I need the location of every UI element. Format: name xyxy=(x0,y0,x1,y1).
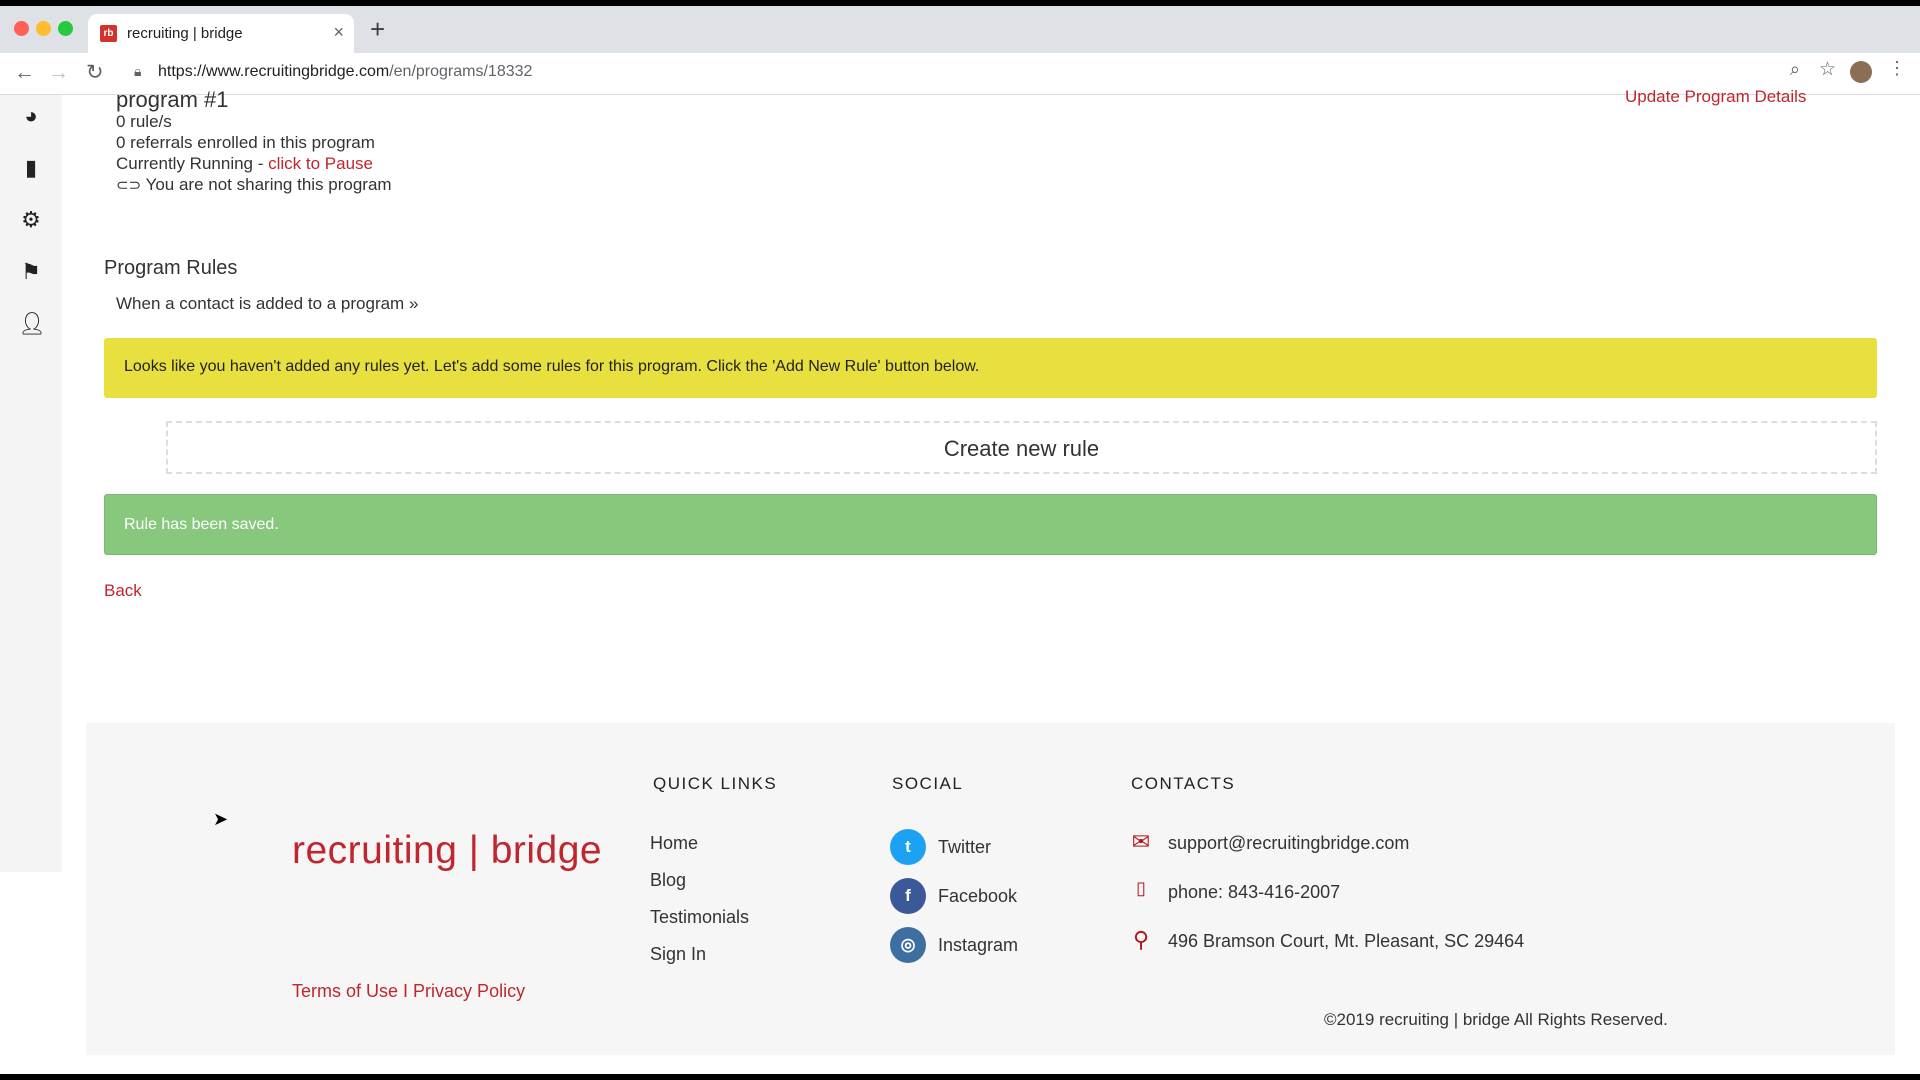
url-path: /en/programs/18332 xyxy=(389,63,533,80)
phone-text: phone: 843-416-2007 xyxy=(1168,882,1341,902)
building-icon[interactable]: ▮ xyxy=(18,155,44,181)
tab-title: recruiting | bridge xyxy=(127,25,243,42)
address-bar[interactable]: 🔒︎ https://www.recruitingbridge.com/en/p… xyxy=(124,58,1824,89)
rule-trigger-link[interactable]: When a contact is added to a program » xyxy=(116,294,418,314)
no-rules-text: Looks like you haven't added any rules y… xyxy=(124,358,980,375)
social-heading: SOCIAL xyxy=(892,774,964,793)
footer-link-testimonials[interactable]: Testimonials xyxy=(650,907,749,928)
browser-tab[interactable]: rb recruiting | bridge × xyxy=(88,14,354,53)
tab-strip: rb recruiting | bridge × + xyxy=(0,6,1920,53)
forward-arrow-icon[interactable]: → xyxy=(48,60,69,86)
program-title: program #1 xyxy=(116,87,229,112)
update-program-link[interactable]: Update Program Details xyxy=(1625,87,1806,107)
back-arrow-icon[interactable]: ← xyxy=(14,60,35,86)
rule-saved-alert: Rule has been saved. xyxy=(104,494,1877,555)
map-pin-icon: ⚲ xyxy=(1132,927,1150,952)
footer-brand-logo[interactable]: recruiting | bridge xyxy=(292,829,602,873)
terms-link[interactable]: Terms of Use xyxy=(292,981,398,1001)
footer-link-home[interactable]: Home xyxy=(650,833,698,854)
envelope-icon: ✉ xyxy=(1131,829,1151,854)
bookmark-star-icon[interactable]: ☆ xyxy=(1819,58,1836,81)
copyright-text: ©2019 recruiting | bridge All Rights Res… xyxy=(1324,1010,1668,1029)
lock-icon: 🔒︎ xyxy=(134,63,142,79)
phone-icon: ▯ xyxy=(1136,878,1146,898)
toggle-icon[interactable]: ⊂⊃ xyxy=(116,177,141,194)
twitter-label: Twitter xyxy=(938,837,992,857)
facebook-icon: f xyxy=(890,878,926,914)
sharing-text: You are not sharing this program xyxy=(145,175,392,194)
pause-link[interactable]: click to Pause xyxy=(268,154,373,173)
maximize-window-button[interactable] xyxy=(58,21,73,36)
sidebar: ◕ ▮ ⚙ ⚑ 👤︎ xyxy=(0,95,62,872)
legal-links: Terms of Use I Privacy Policy xyxy=(292,981,525,1002)
privacy-link[interactable]: Privacy Policy xyxy=(413,981,525,1001)
address-text: 496 Bramson Court, Mt. Pleasant, SC 2946… xyxy=(1168,931,1525,951)
page: ◕ ▮ ⚙ ⚑ 👤︎ program #1 Update Program Det… xyxy=(0,87,1920,1074)
user-icon[interactable]: 👤︎ xyxy=(18,311,46,337)
footer-link-sign-in[interactable]: Sign In xyxy=(650,944,706,965)
legal-separator: I xyxy=(398,981,414,1001)
new-tab-button[interactable]: + xyxy=(370,14,385,44)
url-host: https://www.recruitingbridge.com xyxy=(158,63,390,80)
tab-close-icon[interactable]: × xyxy=(333,22,344,43)
referrals-count: 0 referrals enrolled in this program xyxy=(116,133,375,152)
profile-avatar[interactable] xyxy=(1850,61,1872,83)
email-text: support@recruitingbridge.com xyxy=(1168,833,1410,853)
instagram-label: Instagram xyxy=(938,935,1019,955)
create-rule-label: Create new rule xyxy=(943,436,1100,461)
status-text: Currently Running - xyxy=(116,154,269,173)
twitter-icon: t xyxy=(890,829,926,865)
footer: recruiting | bridge Terms of Use I Priva… xyxy=(86,723,1895,1055)
zoom-icon[interactable]: ⌕ xyxy=(1790,59,1800,80)
pie-chart-icon[interactable]: ◕ xyxy=(18,103,44,129)
instagram-icon: ◎ xyxy=(890,927,926,963)
back-link[interactable]: Back xyxy=(104,581,142,601)
favicon-icon: rb xyxy=(100,25,117,42)
minimize-window-button[interactable] xyxy=(36,21,51,36)
reload-icon[interactable]: ↻ xyxy=(86,60,104,86)
flag-icon[interactable]: ⚑ xyxy=(18,259,44,285)
no-rules-alert: Looks like you haven't added any rules y… xyxy=(104,338,1877,398)
create-new-rule-button[interactable]: Create new rule xyxy=(166,421,1877,474)
facebook-label: Facebook xyxy=(938,886,1018,906)
browser-menu-icon[interactable]: ⋮ xyxy=(1888,58,1906,79)
browser-window: rb recruiting | bridge × + ← → ↻ 🔒︎ http… xyxy=(0,6,1920,1074)
quick-links-heading: QUICK LINKS xyxy=(653,774,778,793)
mouse-cursor-icon: ➤ xyxy=(213,809,229,829)
program-rules-heading: Program Rules xyxy=(104,257,238,279)
gears-icon[interactable]: ⚙ xyxy=(18,207,44,233)
footer-link-blog[interactable]: Blog xyxy=(650,870,686,891)
close-window-button[interactable] xyxy=(14,21,29,36)
url-text: https://www.recruitingbridge.com/en/prog… xyxy=(158,63,532,81)
sharing-status: ⊂⊃ You are not sharing this program xyxy=(116,175,392,195)
contacts-heading: CONTACTS xyxy=(1131,774,1236,793)
rule-saved-text: Rule has been saved. xyxy=(124,516,279,533)
program-status: Currently Running - click to Pause xyxy=(116,154,373,174)
rules-count: 0 rule/s xyxy=(116,112,172,131)
